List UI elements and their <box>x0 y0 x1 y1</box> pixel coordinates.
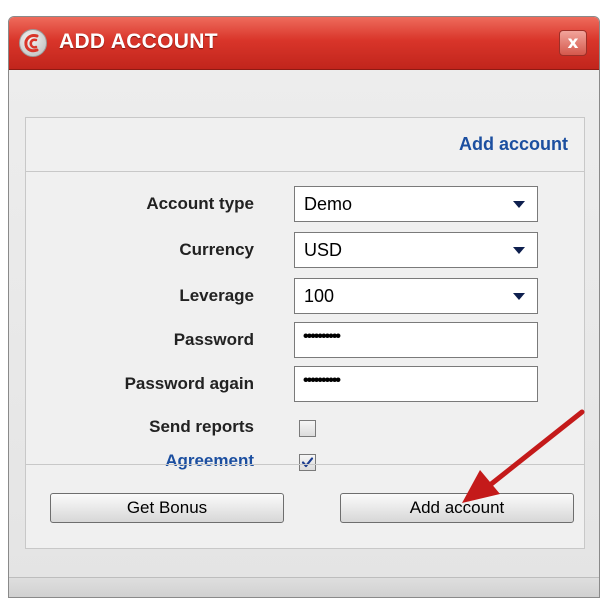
send-reports-checkbox[interactable] <box>299 420 316 437</box>
title-bar[interactable]: ADD ACCOUNT x <box>9 17 599 70</box>
panel-header: Add account <box>26 118 584 172</box>
leverage-select[interactable]: 100 <box>294 278 538 314</box>
app-logo-icon <box>19 29 47 57</box>
send-reports-row: Send reports <box>26 410 584 448</box>
add-account-dialog: ADD ACCOUNT x Add account Account type D… <box>8 16 600 598</box>
currency-row: Currency USD <box>26 232 584 270</box>
currency-value: USD <box>304 240 343 260</box>
password-again-label: Password again <box>124 374 254 393</box>
add-account-button[interactable]: Add account <box>340 493 574 523</box>
currency-label: Currency <box>179 240 254 259</box>
password-again-masked-value: •••••••••• <box>303 372 341 389</box>
close-button[interactable]: x <box>559 30 587 56</box>
chevron-down-icon <box>513 247 525 254</box>
leverage-label: Leverage <box>179 286 254 305</box>
dialog-title: ADD ACCOUNT <box>59 30 218 53</box>
leverage-value: 100 <box>304 286 335 306</box>
agreement-row: Agreement <box>26 444 584 482</box>
password-field[interactable]: •••••••••• <box>294 322 538 358</box>
agreement-link[interactable]: Agreement <box>165 451 254 471</box>
checkmark-icon <box>301 457 314 468</box>
account-type-select[interactable]: Demo <box>294 186 538 222</box>
get-bonus-button[interactable]: Get Bonus <box>50 493 284 523</box>
leverage-row: Leverage 100 <box>26 278 584 316</box>
dialog-footer <box>9 577 599 597</box>
agreement-checkbox[interactable] <box>299 454 316 471</box>
currency-select[interactable]: USD <box>294 232 538 268</box>
account-type-label: Account type <box>146 194 254 213</box>
password-again-row: Password again •••••••••• <box>26 366 584 404</box>
password-masked-value: •••••••••• <box>303 328 341 345</box>
form-panel: Add account Account type Demo Currency U… <box>25 117 585 549</box>
chevron-down-icon <box>513 201 525 208</box>
add-account-link[interactable]: Add account <box>459 134 568 155</box>
button-separator <box>26 464 584 465</box>
password-label: Password <box>173 330 254 349</box>
close-icon: x <box>567 33 579 53</box>
account-type-row: Account type Demo <box>26 186 584 224</box>
password-row: Password •••••••••• <box>26 322 584 360</box>
password-again-field[interactable]: •••••••••• <box>294 366 538 402</box>
account-type-value: Demo <box>304 194 353 214</box>
chevron-down-icon <box>513 293 525 300</box>
send-reports-label: Send reports <box>149 417 254 436</box>
